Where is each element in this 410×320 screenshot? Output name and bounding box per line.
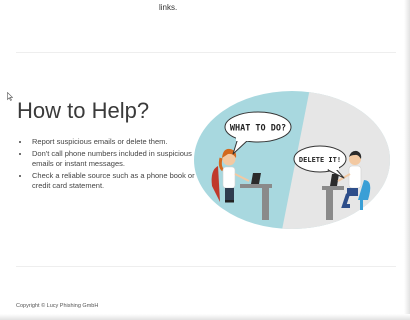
window-frame-right [404,0,410,320]
help-bullet-list: Report suspicious emails or delete them.… [22,137,200,193]
bullet-item: Report suspicious emails or delete them. [30,137,200,148]
bullet-item: Check a reliable source such as a phone … [30,171,200,192]
help-illustration: WHAT TO DO? DELETE IT! [194,91,390,229]
bubble-text-what-to-do: WHAT TO DO? [230,124,286,134]
divider-bottom [16,266,396,267]
divider-top [16,52,396,53]
truncated-text-links: links. [159,3,178,12]
bullet-item: Don't call phone numbers included in sus… [30,149,200,170]
mouse-cursor-icon [7,92,13,101]
window-frame-bottom [0,314,410,320]
page-title: How to Help? [17,98,150,123]
copyright-text: Copyright © Lucy Phishing GmbH [16,303,99,309]
bubble-text-delete-it: DELETE IT! [299,156,341,164]
